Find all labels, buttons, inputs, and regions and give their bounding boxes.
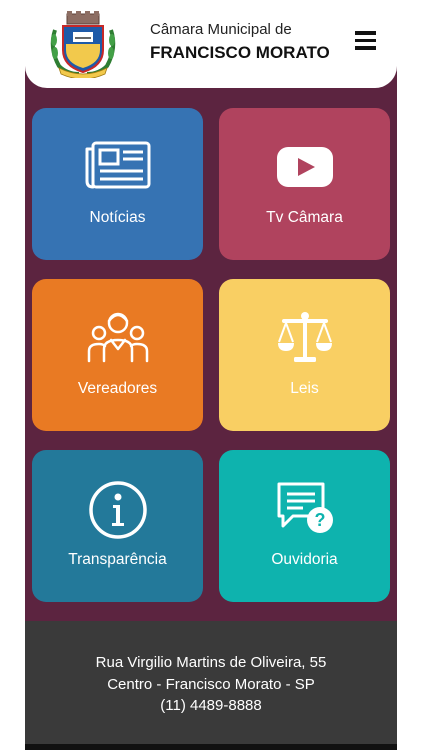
footer-contact: Rua Virgilio Martins de Oliveira, 55 Cen…: [25, 621, 397, 746]
scales-justice-icon: [277, 312, 332, 362]
info-icon: [88, 481, 147, 539]
app-header: Câmara Municipal de FRANCISCO MORATO: [25, 0, 397, 88]
municipal-crest-icon: [50, 11, 116, 78]
footer-address-line2: Centro - Francisco Morato - SP: [107, 676, 315, 693]
header-subtitle: Câmara Municipal de: [150, 21, 292, 38]
tile-transparencia-label: Transparência: [68, 551, 167, 568]
chat-question-icon: ?: [277, 482, 333, 533]
system-nav-bar: [25, 744, 397, 750]
tile-ouvidoria-label: Ouvidoria: [271, 551, 338, 568]
tile-transparencia[interactable]: Transparência: [32, 450, 203, 602]
tile-vereadores-label: Vereadores: [77, 380, 158, 397]
play-video-icon: [276, 147, 333, 187]
footer-address-line1: Rua Virgilio Martins de Oliveira, 55: [95, 654, 327, 671]
app-screen: Câmara Municipal de FRANCISCO MORATO Not…: [25, 0, 397, 750]
tile-leis[interactable]: Leis: [219, 279, 390, 431]
tile-tv-camara-label: Tv Câmara: [266, 209, 343, 226]
header-title: FRANCISCO MORATO: [150, 43, 330, 62]
newspaper-icon: [85, 141, 150, 189]
tile-vereadores[interactable]: Vereadores: [32, 279, 203, 431]
tile-leis-label: Leis: [290, 380, 319, 397]
svg-text:?: ?: [314, 510, 325, 530]
tile-noticias-label: Notícias: [89, 209, 146, 226]
tile-ouvidoria[interactable]: ? Ouvidoria: [219, 450, 390, 602]
people-group-icon: [87, 312, 148, 363]
hamburger-menu-icon[interactable]: [355, 31, 377, 51]
tile-tv-camara[interactable]: Tv Câmara: [219, 108, 390, 260]
footer-phone[interactable]: (11) 4489-8888: [25, 697, 397, 714]
tile-noticias[interactable]: Notícias: [32, 108, 203, 260]
